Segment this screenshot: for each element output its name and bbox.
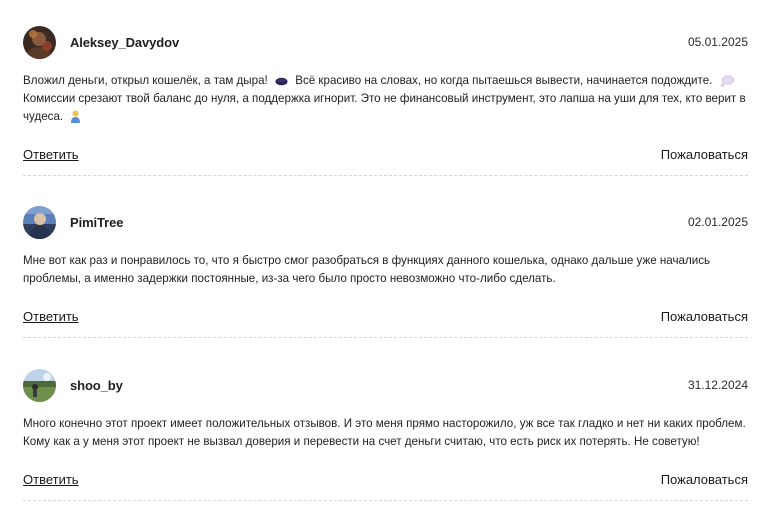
divider: [23, 500, 748, 501]
report-link[interactable]: Пожаловаться: [661, 472, 748, 487]
comment-text-part: Вложил деньги, открыл кошелёк, а там дыр…: [23, 74, 268, 87]
report-link[interactable]: Пожаловаться: [661, 309, 748, 324]
comment-author: shoo_by: [23, 368, 123, 402]
author-name: Aleksey_Davydov: [70, 34, 180, 50]
comment-date: 02.01.2025: [687, 215, 748, 229]
comment-item: PimiTree 02.01.2025 Мне вот как раз и по…: [23, 176, 748, 338]
comment-actions: Ответить Пожаловаться: [23, 307, 748, 325]
report-link[interactable]: Пожаловаться: [661, 147, 748, 162]
comment-actions: Ответить Пожаловаться: [23, 470, 748, 488]
reply-link[interactable]: Ответить: [23, 472, 79, 487]
reply-link[interactable]: Ответить: [23, 309, 79, 324]
comment-text-part: Комиссии срезают твой баланс до нуля, а …: [23, 92, 746, 123]
comment-text: Много конечно этот проект имеет положите…: [23, 417, 746, 448]
comment-text-part: Всё красиво на словах, но когда пытаешьс…: [295, 74, 713, 87]
comment-header: PimiTree 02.01.2025: [23, 204, 748, 240]
avatar: [23, 368, 56, 402]
reply-link[interactable]: Ответить: [23, 147, 79, 162]
hole-emoji-icon: [275, 77, 288, 86]
thought-balloon-icon: [720, 75, 734, 87]
comment-item: Aleksey_Davydov 05.01.2025 Вложил деньги…: [23, 0, 748, 176]
comment-date: 05.01.2025: [687, 35, 748, 49]
comment-date: 31.12.2024: [687, 378, 748, 392]
comment-text: Вложил деньги, открыл кошелёк, а там дыр…: [23, 72, 748, 126]
comment-header: shoo_by 31.12.2024: [23, 367, 748, 403]
comment-text: Мне вот как раз и понравилось то, что я …: [23, 254, 711, 285]
comment-header: Aleksey_Davydov 05.01.2025: [23, 24, 748, 60]
avatar: [23, 25, 56, 59]
comment-author: Aleksey_Davydov: [23, 25, 180, 59]
avatar: [23, 205, 56, 239]
comment-item: shoo_by 31.12.2024 Много конечно этот пр…: [23, 338, 748, 501]
author-name: shoo_by: [70, 377, 123, 393]
author-name: PimiTree: [70, 214, 124, 230]
person-icon: [71, 110, 81, 124]
comment-author: PimiTree: [23, 205, 124, 239]
comments-list: Aleksey_Davydov 05.01.2025 Вложил деньги…: [0, 0, 764, 501]
comment-actions: Ответить Пожаловаться: [23, 145, 748, 163]
